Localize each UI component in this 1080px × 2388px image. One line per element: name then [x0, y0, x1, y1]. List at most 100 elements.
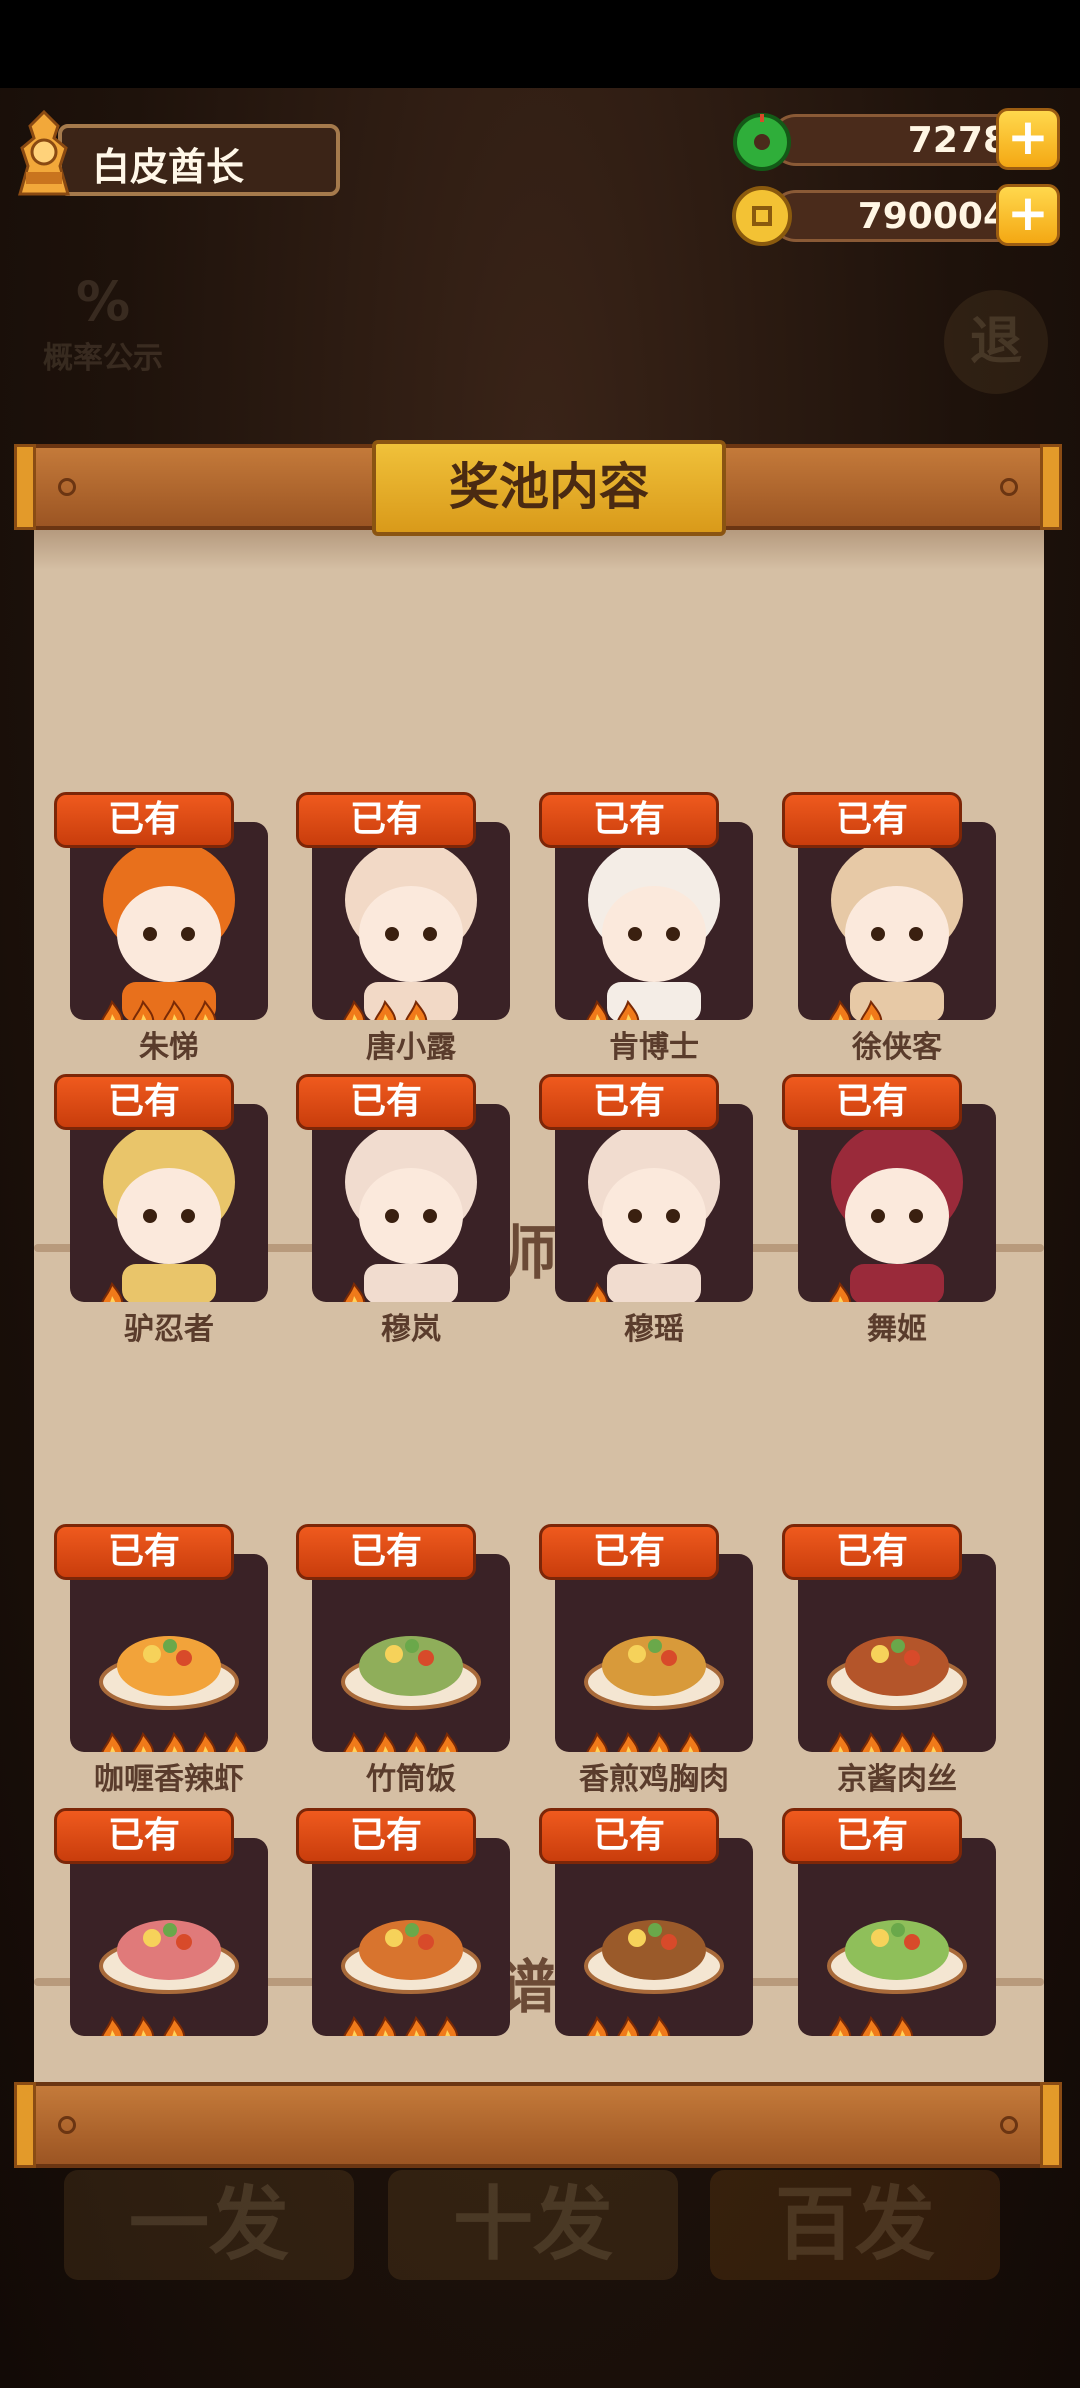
- rod-nail-right: [1000, 2116, 1018, 2134]
- chef-portrait-icon: [345, 840, 477, 1020]
- chef-card[interactable]: 已有 驴忍者: [54, 1074, 274, 1347]
- flame-icon: [191, 1731, 219, 1752]
- flame-icon: [826, 1731, 854, 1752]
- rod-nail-left: [58, 2116, 76, 2134]
- flame-icon: [340, 1731, 368, 1752]
- chef-portrait-icon: [588, 1122, 720, 1302]
- flame-icon: [826, 2015, 854, 2036]
- rod-nail-right: [1000, 478, 1018, 496]
- flame-icon: [160, 999, 188, 1020]
- owned-badge: 已有: [54, 1524, 234, 1580]
- rod-cap-left: [14, 444, 36, 530]
- rod-nail-left: [58, 478, 76, 496]
- chef-card[interactable]: 已有 唐小露: [296, 792, 516, 1065]
- recipe-card[interactable]: 已有 京酱肉丝: [782, 1524, 1002, 1797]
- flame-icon: [433, 2015, 461, 2036]
- probability-label: 概率公示: [43, 341, 163, 376]
- chef-portrait-frame: [312, 1104, 510, 1302]
- chef-portrait-icon: [831, 1122, 963, 1302]
- recipe-card[interactable]: 已有: [296, 1808, 516, 2078]
- jade-value: 7278: [907, 120, 1008, 161]
- flame-icon: [583, 2015, 611, 2036]
- chef-name: 唐小露: [366, 1030, 456, 1065]
- rarity-flames: [826, 999, 888, 1020]
- rarity-flames: [826, 2015, 919, 2036]
- recipe-card[interactable]: 已有: [54, 1808, 274, 2078]
- chef-name: 舞姬: [867, 1312, 927, 1347]
- flame-icon: [583, 999, 611, 1020]
- recipe-card[interactable]: 已有 竹筒饭: [296, 1524, 516, 1797]
- owned-badge: 已有: [539, 1074, 719, 1130]
- rarity-flames: [340, 2015, 464, 2036]
- chef-portrait-frame: [312, 822, 510, 1020]
- rarity-flames: [340, 1731, 464, 1752]
- chef-card[interactable]: 已有 徐侠客: [782, 792, 1002, 1065]
- recipe-name: 香煎鸡胸肉: [579, 1762, 729, 1797]
- paper-shade: [34, 530, 1044, 570]
- chef-portrait-frame: [798, 1104, 996, 1302]
- flame-icon: [340, 2015, 368, 2036]
- flame-icon: [583, 1281, 611, 1302]
- rarity-flames: [340, 999, 433, 1020]
- chief-rank-icon: [18, 109, 70, 196]
- chef-portrait-icon: [345, 1122, 477, 1302]
- recipe-portrait-frame: [555, 1838, 753, 2036]
- pull-ten-button[interactable]: 十发: [388, 2170, 678, 2280]
- owned-badge: 已有: [54, 1808, 234, 1864]
- flame-icon: [676, 1731, 704, 1752]
- owned-badge: 已有: [782, 1524, 962, 1580]
- chef-portrait-icon: [831, 840, 963, 1020]
- chef-card[interactable]: 已有 朱悌: [54, 792, 274, 1065]
- flame-icon: [614, 2015, 642, 2036]
- pull-hundred-button[interactable]: 百发: [710, 2170, 1000, 2280]
- flame-icon: [129, 1731, 157, 1752]
- scroll-rod-bottom: [14, 2082, 1062, 2168]
- recipe-portrait-frame: [798, 1838, 996, 2036]
- recipe-name: 咖喱香辣虾: [94, 1762, 244, 1797]
- flame-icon: [645, 2015, 673, 2036]
- add-jade-button[interactable]: +: [996, 108, 1060, 170]
- flame-icon: [857, 999, 885, 1020]
- owned-badge: 已有: [296, 1524, 476, 1580]
- percent-icon: %: [75, 270, 131, 333]
- chef-card[interactable]: 已有 肯博士: [539, 792, 759, 1065]
- probability-button[interactable]: % 概率公示: [28, 270, 178, 390]
- exit-button[interactable]: 退: [944, 290, 1048, 394]
- chef-card[interactable]: 已有 舞姬: [782, 1074, 1002, 1347]
- flame-icon: [888, 1731, 916, 1752]
- add-gold-button[interactable]: +: [996, 184, 1060, 246]
- chef-card[interactable]: 已有 穆岚: [296, 1074, 516, 1347]
- rod-cap-right: [1040, 444, 1062, 530]
- recipe-card[interactable]: 已有 香煎鸡胸肉: [539, 1524, 759, 1797]
- recipe-card[interactable]: 已有: [782, 1808, 1002, 2078]
- gold-currency: 790004 +: [730, 184, 1060, 246]
- flame-icon: [371, 2015, 399, 2036]
- chef-card[interactable]: 已有穆瑶: [539, 1074, 759, 1347]
- recipe-card[interactable]: 已有咖喱香辣虾: [54, 1524, 274, 1797]
- rarity-flames: [98, 999, 222, 1020]
- flame-icon: [919, 1731, 947, 1752]
- flame-icon: [98, 1731, 126, 1752]
- flame-icon: [857, 1731, 885, 1752]
- chef-portrait-frame: [555, 822, 753, 1020]
- modal-scroll-area[interactable]: 厨师 ? 菜谱 ? 已有朱悌已有唐小露已有肯博士已有徐侠客已有驴忍者已有穆岚已有…: [34, 530, 1044, 2086]
- chef-name: 徐侠客: [852, 1030, 942, 1065]
- pull-one-button[interactable]: 一发: [64, 2170, 354, 2280]
- flame-icon: [129, 999, 157, 1020]
- recipe-portrait-frame: [798, 1554, 996, 1752]
- chef-name: 穆瑶: [624, 1312, 684, 1347]
- pull-ten-label: 十发: [453, 2178, 613, 2271]
- pull-one-label: 一发: [129, 2178, 289, 2271]
- flame-icon: [98, 2015, 126, 2036]
- rarity-flames: [98, 2015, 191, 2036]
- chef-portrait-frame: [555, 1104, 753, 1302]
- player-badge[interactable]: 白皮酋长: [8, 108, 340, 202]
- rarity-flames: [98, 1731, 253, 1752]
- chef-portrait-frame: [70, 822, 268, 1020]
- rod-cap-right: [1040, 2082, 1062, 2168]
- rarity-flames: [340, 1281, 371, 1302]
- rarity-flames: [583, 1281, 614, 1302]
- recipe-card[interactable]: 已有: [539, 1808, 759, 2078]
- flame-icon: [160, 1731, 188, 1752]
- jade-currency: 7278 +: [730, 108, 1060, 171]
